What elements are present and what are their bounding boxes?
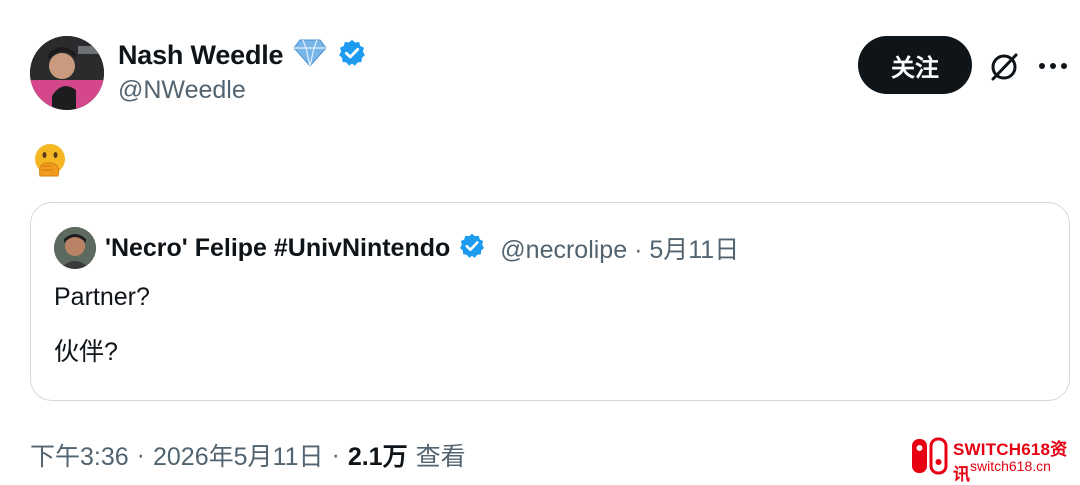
tweet-time[interactable]: 下午3:36 (30, 437, 129, 473)
author-name-row: Nash Weedle (118, 38, 367, 72)
quoted-author-handle[interactable]: @necrolipe (500, 236, 627, 264)
watermark-subtitle: switch618.cn (970, 458, 1051, 474)
author-name[interactable]: Nash Weedle (118, 40, 284, 71)
author-avatar[interactable] (30, 36, 104, 110)
quoted-date[interactable]: 5月11日 (649, 236, 739, 264)
view-count[interactable]: 2.1万 (348, 437, 408, 473)
verified-badge-icon (337, 38, 367, 73)
quoted-separator: · (634, 236, 643, 264)
face-with-hand-over-mouth-icon (32, 142, 68, 178)
more-icon[interactable] (1036, 52, 1070, 80)
follow-button[interactable]: 关注 (858, 36, 972, 94)
diamond-icon (293, 38, 328, 73)
footer-separator: · (331, 440, 340, 469)
footer-separator: · (136, 440, 145, 469)
views-label[interactable]: 查看 (416, 437, 466, 473)
quoted-header-row: 'Necro' Felipe #UnivNintendo @necrolipe … (105, 230, 739, 266)
tweet-date[interactable]: 2026年5月11日 (153, 437, 323, 473)
quoted-author-avatar[interactable] (54, 227, 96, 269)
switch-logo-icon (910, 437, 948, 480)
quoted-author-name[interactable]: 'Necro' Felipe #UnivNintendo (105, 234, 450, 263)
tweet-meta-footer: 下午3:36 · 2026年5月11日 · 2.1万 查看 (30, 437, 466, 473)
quoted-text-line1: Partner? (54, 283, 150, 311)
grok-icon[interactable] (985, 48, 1023, 86)
author-handle[interactable]: @NWeedle (118, 76, 246, 105)
quoted-verified-badge-icon (458, 232, 486, 265)
quoted-text-line2: 伙伴? (54, 338, 118, 366)
